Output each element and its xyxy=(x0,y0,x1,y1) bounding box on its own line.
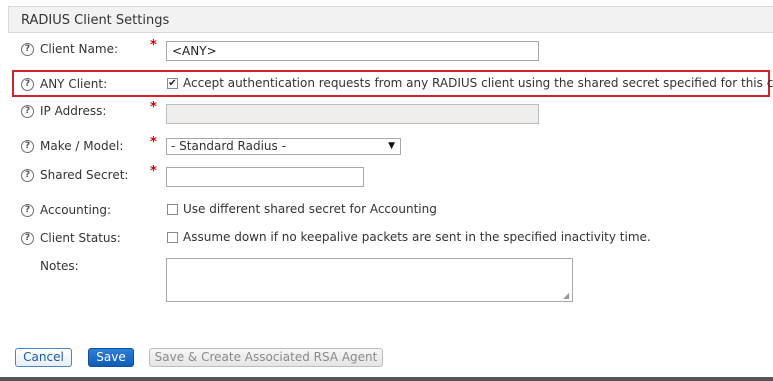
help-icon[interactable]: ? xyxy=(21,105,34,118)
help-icon[interactable]: ? xyxy=(21,43,34,56)
help-icon[interactable]: ? xyxy=(21,140,34,153)
accounting-checkbox-label: Use different shared secret for Accounti… xyxy=(183,202,437,216)
cancel-button[interactable]: Cancel xyxy=(15,348,72,367)
notes-textarea[interactable] xyxy=(166,258,573,302)
make-model-select[interactable]: - Standard Radius - ▼ xyxy=(166,138,401,155)
accounting-label: Accounting: xyxy=(40,203,112,217)
required-marker: * xyxy=(150,38,157,53)
help-icon[interactable]: ? xyxy=(21,169,34,182)
row-any-client: ? ANY Client: ✔ Accept authentication re… xyxy=(0,72,773,96)
row-client-name: ? Client Name: * xyxy=(0,38,773,62)
bottom-divider xyxy=(0,377,773,381)
save-create-agent-button[interactable]: Save & Create Associated RSA Agent xyxy=(149,348,383,367)
shared-secret-label: Shared Secret: xyxy=(40,168,129,182)
notes-label: Notes: xyxy=(40,259,79,273)
required-marker: * xyxy=(150,100,157,115)
required-marker: * xyxy=(150,135,157,150)
row-client-status: ? Client Status: Assume down if no keepa… xyxy=(0,227,773,251)
help-icon[interactable]: ? xyxy=(21,232,34,245)
any-client-label: ANY Client: xyxy=(40,77,108,91)
shared-secret-input[interactable] xyxy=(166,167,364,187)
chevron-down-icon: ▼ xyxy=(388,141,395,151)
accounting-checkbox[interactable] xyxy=(167,204,178,215)
make-model-selected-value: - Standard Radius - xyxy=(171,139,286,153)
row-shared-secret: ? Shared Secret: * xyxy=(0,164,773,188)
help-icon[interactable]: ? xyxy=(21,78,34,91)
help-icon[interactable]: ? xyxy=(21,204,34,217)
save-button[interactable]: Save xyxy=(88,348,134,367)
row-make-model: ? Make / Model: * - Standard Radius - ▼ xyxy=(0,135,773,159)
panel-header: RADIUS Client Settings xyxy=(8,6,773,33)
client-name-label: Client Name: xyxy=(40,42,118,56)
required-marker: * xyxy=(150,164,157,179)
client-status-label: Client Status: xyxy=(40,231,121,245)
row-ip-address: ? IP Address: * xyxy=(0,100,773,125)
client-status-checkbox-label: Assume down if no keepalive packets are … xyxy=(183,230,651,244)
ip-address-input[interactable] xyxy=(166,104,539,124)
client-name-input[interactable] xyxy=(166,41,539,61)
resize-grip-icon[interactable]: ◢ xyxy=(563,292,772,380)
ip-address-label: IP Address: xyxy=(40,104,107,118)
panel-title: RADIUS Client Settings xyxy=(21,13,170,28)
any-client-checkbox[interactable]: ✔ xyxy=(167,78,178,89)
make-model-label: Make / Model: xyxy=(40,139,124,153)
client-status-checkbox[interactable] xyxy=(167,232,178,243)
any-client-checkbox-label: Accept authentication requests from any … xyxy=(183,76,773,90)
row-accounting: ? Accounting: Use different shared secre… xyxy=(0,199,773,223)
